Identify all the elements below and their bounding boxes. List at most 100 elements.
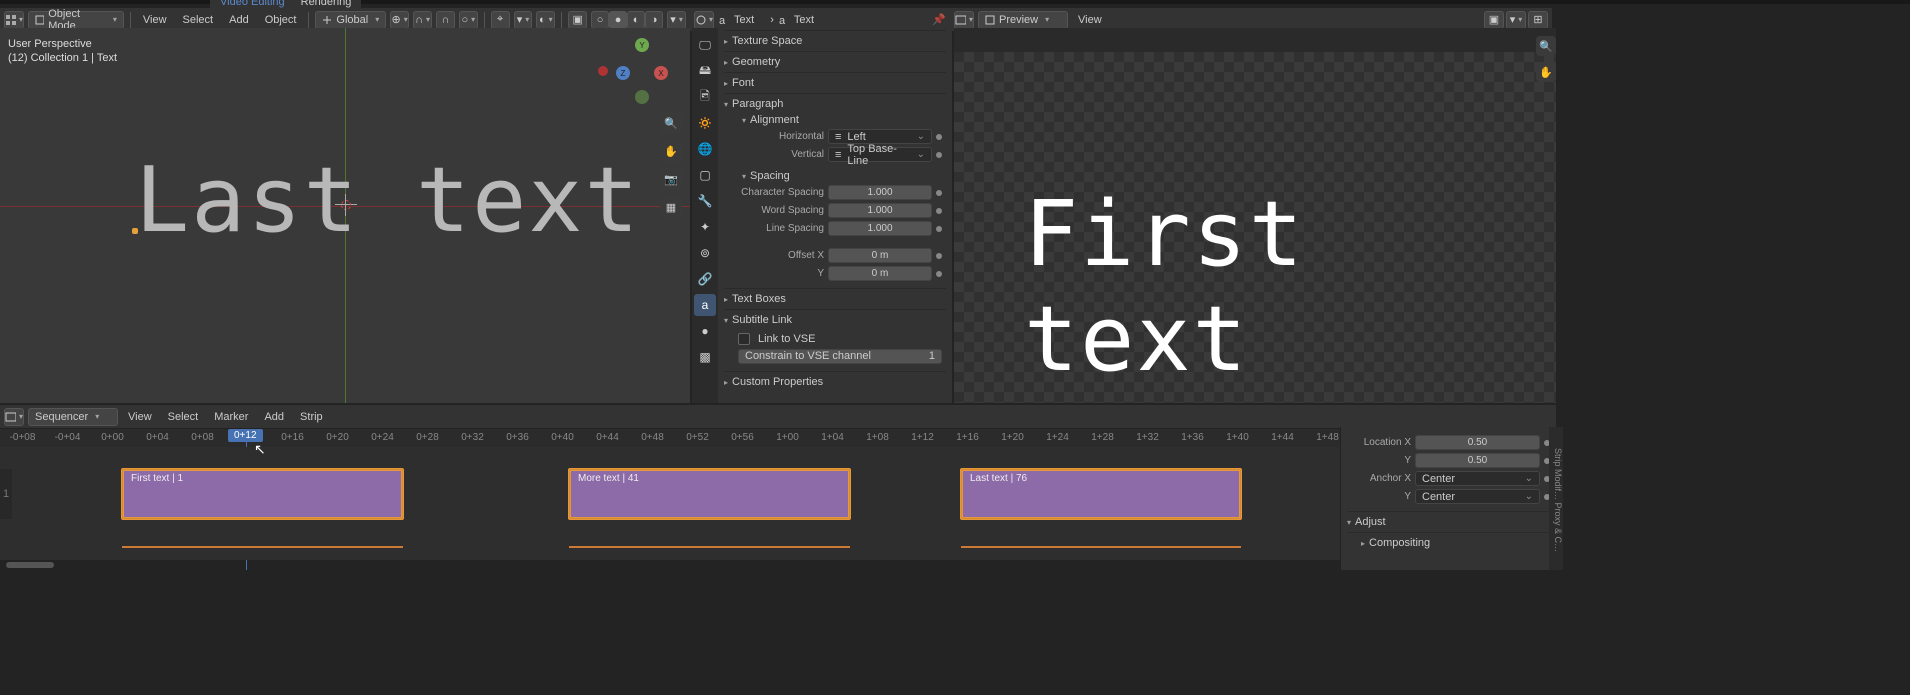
link-vse-checkbox[interactable] [738, 333, 750, 345]
sequencer-strip[interactable]: First text | 1 [122, 469, 403, 519]
seq-h-scrollbar[interactable] [6, 562, 54, 568]
align-vert-select[interactable]: ≡Top Base-Line [828, 147, 932, 162]
nav-gizmo[interactable]: Y Z X [612, 38, 672, 98]
anim-dot[interactable] [936, 208, 942, 214]
anim-dot[interactable] [936, 253, 942, 259]
anim-dot[interactable] [936, 271, 942, 277]
panel-compositing[interactable]: ▸Compositing [1347, 536, 1550, 550]
sequencer-strip[interactable]: Last text | 76 [961, 469, 1241, 519]
snap-toggle[interactable]: ∩ [436, 11, 455, 29]
shade-render[interactable]: ◑ [645, 11, 663, 29]
anim-dot[interactable] [936, 226, 942, 232]
props-editor-type[interactable] [694, 11, 714, 29]
line-spacing-field[interactable]: 1.000 [828, 221, 932, 236]
seq-menu-add[interactable]: Add [258, 411, 290, 423]
constrain-channel-field[interactable]: Constrain to VSE channel1 [738, 349, 942, 364]
zoom-tool[interactable]: 🔍 [660, 112, 682, 134]
mode-select[interactable]: Object Mode [28, 11, 124, 29]
editor-type-dropdown[interactable] [4, 11, 24, 29]
anchor-x-select[interactable]: Center [1415, 471, 1540, 486]
shading-options[interactable]: ▾ [667, 11, 686, 29]
panel-adjust[interactable]: ▾Adjust [1347, 515, 1550, 529]
prev-editor-type[interactable] [954, 11, 974, 29]
overlay-dropdown[interactable]: ◐ [536, 11, 555, 29]
anim-dot[interactable] [936, 190, 942, 196]
snap-dropdown[interactable]: ∩ [413, 11, 432, 29]
persp-tool[interactable]: ▦ [660, 196, 682, 218]
panel-texture-space[interactable]: ▸Texture Space [724, 34, 946, 48]
shade-wire[interactable]: ○ [591, 11, 609, 29]
tab-scene[interactable]: 🔅 [694, 112, 716, 134]
shade-solid[interactable]: ● [609, 11, 627, 29]
anim-dot[interactable] [936, 134, 942, 140]
strip-sidebar-tabs[interactable]: Strip Modif… Proxy & C… [1549, 427, 1563, 570]
tab-material[interactable]: ● [694, 320, 716, 342]
seq-menu-marker[interactable]: Marker [208, 411, 254, 423]
shade-matprev[interactable]: ◐ [627, 11, 645, 29]
loc-y-field[interactable]: 0.50 [1415, 453, 1540, 468]
prev-tool-c[interactable]: ⊞ [1528, 11, 1548, 29]
seq-editor-type[interactable] [4, 408, 24, 426]
workspace-tab-render[interactable]: Rendering [301, 0, 352, 8]
gizmo-z[interactable]: Z [616, 66, 630, 80]
preview-canvas[interactable]: First text [954, 52, 1556, 403]
tab-modifier[interactable]: 🔧 [694, 190, 716, 212]
offset-y-field[interactable]: 0 m [828, 266, 932, 281]
prev-tool-b[interactable]: ▾ [1506, 11, 1526, 29]
gizmo-toggle[interactable]: ⌖ [491, 11, 510, 29]
tab-data-text[interactable]: a [694, 294, 716, 316]
orientation-select[interactable]: Global [315, 11, 386, 29]
gizmo-dropdown[interactable]: ▾ [514, 11, 533, 29]
gizmo-x[interactable]: X [654, 66, 668, 80]
sequencer-strip[interactable]: More text | 41 [569, 469, 850, 519]
gizmo-neg-y[interactable] [635, 90, 649, 104]
prev-pan[interactable]: ✋ [1536, 62, 1556, 82]
sequencer-tracks[interactable]: 1 First text | 1More text | 41Last text … [0, 447, 1556, 560]
offset-x-field[interactable]: 0 m [828, 248, 932, 263]
proportional-edit[interactable]: ○ [459, 11, 478, 29]
subpanel-spacing[interactable]: ▾Spacing [738, 169, 942, 183]
prev-zoom[interactable]: 🔍 [1536, 36, 1556, 56]
tab-output[interactable]: 🖴 [694, 60, 716, 82]
text-object-3d[interactable]: Last text [135, 148, 641, 253]
tab-texture[interactable]: ▩ [694, 346, 716, 368]
preview-area[interactable]: First text [954, 28, 1556, 403]
pan-tool[interactable]: ✋ [660, 140, 682, 162]
camera-tool[interactable]: 📷 [660, 168, 682, 190]
prev-menu-view[interactable]: View [1072, 14, 1108, 26]
seq-menu-select[interactable]: Select [162, 411, 205, 423]
xray-toggle[interactable]: ▣ [568, 11, 587, 29]
tab-world[interactable]: 🌐 [694, 138, 716, 160]
panel-paragraph[interactable]: ▾Paragraph [724, 97, 946, 111]
tab-constraint[interactable]: 🔗 [694, 268, 716, 290]
anchor-y-select[interactable]: Center [1415, 489, 1540, 504]
menu-object[interactable]: Object [259, 14, 303, 26]
pin-icon[interactable]: 📌 [932, 13, 946, 26]
tab-object[interactable]: ▢ [694, 164, 716, 186]
panel-font[interactable]: ▸Font [724, 76, 946, 90]
panel-geometry[interactable]: ▸Geometry [724, 55, 946, 69]
seq-menu-view[interactable]: View [122, 411, 158, 423]
menu-add[interactable]: Add [223, 14, 255, 26]
panel-subtitle-link[interactable]: ▾Subtitle Link [724, 313, 946, 327]
subpanel-alignment[interactable]: ▾Alignment [738, 113, 942, 127]
seq-menu-strip[interactable]: Strip [294, 411, 329, 423]
tab-particle[interactable]: ✦ [694, 216, 716, 238]
panel-custom-props[interactable]: ▸Custom Properties [724, 375, 946, 389]
tab-physics[interactable]: ⊚ [694, 242, 716, 264]
panel-text-boxes[interactable]: ▸Text Boxes [724, 292, 946, 306]
preview-mode[interactable]: Preview [978, 11, 1068, 29]
gizmo-y[interactable]: Y [635, 38, 649, 52]
menu-select[interactable]: Select [177, 14, 220, 26]
pivot-dropdown[interactable]: ⊕ [390, 11, 409, 29]
seq-mode[interactable]: Sequencer [28, 408, 118, 426]
tab-viewlayer[interactable]: 🖻 [694, 86, 716, 108]
anim-dot[interactable] [936, 152, 942, 158]
viewport-3d[interactable]: User Perspective (12) Collection 1 | Tex… [0, 28, 690, 403]
word-spacing-field[interactable]: 1.000 [828, 203, 932, 218]
prev-tool-a[interactable]: ▣ [1484, 11, 1504, 29]
tab-render[interactable]: 🖵 [694, 34, 716, 56]
loc-x-field[interactable]: 0.50 [1415, 435, 1540, 450]
workspace-tab-video[interactable]: Video Editing [220, 0, 285, 8]
menu-view[interactable]: View [137, 14, 173, 26]
